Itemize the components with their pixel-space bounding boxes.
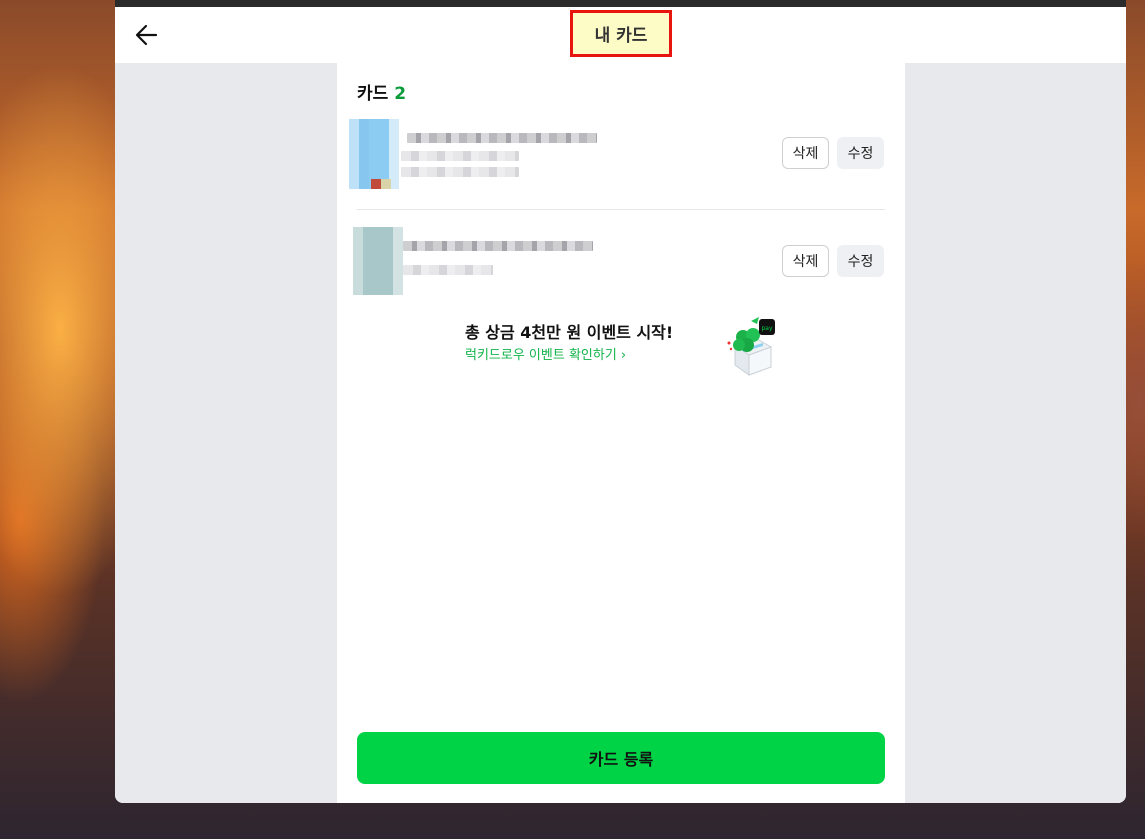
register-card-label: 카드 등록 (588, 750, 654, 769)
card-list-panel: 카드 2 삭제 수정 삭제 수정 총 상금 4천만 원 이벤트 시작! 럭키드로우… (337, 63, 905, 803)
card-name-redacted (407, 133, 597, 143)
card-item: 삭제 수정 (353, 227, 885, 295)
app-window: 내 카드 카드 2 삭제 수정 삭제 수정 총 상금 4천만 원 이벤트 시작!… (115, 7, 1126, 803)
section-label: 카드 (357, 84, 389, 104)
window-top-strip (115, 0, 1126, 7)
page-title: 내 카드 (594, 26, 648, 46)
delete-button[interactable]: 삭제 (782, 245, 829, 277)
back-button[interactable] (133, 21, 161, 49)
edit-button[interactable]: 수정 (837, 137, 884, 169)
card-divider (357, 209, 885, 210)
edit-button[interactable]: 수정 (837, 245, 884, 277)
page-title-highlight: 내 카드 (570, 10, 672, 57)
section-title: 카드 2 (357, 79, 406, 104)
gift-box-icon: pay (727, 317, 775, 376)
back-arrow-icon (135, 24, 158, 46)
card-item: 삭제 수정 (349, 119, 885, 189)
svg-text:pay: pay (761, 325, 772, 332)
right-gutter (905, 63, 1126, 803)
card-image (349, 119, 399, 189)
left-gutter (115, 63, 337, 803)
register-card-button[interactable]: 카드 등록 (357, 732, 885, 784)
event-title: 총 상금 4천만 원 이벤트 시작! (465, 323, 674, 342)
card-name-redacted (403, 241, 593, 251)
event-link[interactable]: 럭키드로우 이벤트 확인하기 › (465, 344, 626, 363)
card-number-redacted (401, 151, 519, 161)
card-info-redacted (401, 167, 519, 177)
card-number-redacted (403, 265, 493, 275)
card-image (353, 227, 403, 295)
delete-button[interactable]: 삭제 (782, 137, 829, 169)
header: 내 카드 (115, 7, 1126, 63)
card-count: 2 (394, 84, 407, 104)
